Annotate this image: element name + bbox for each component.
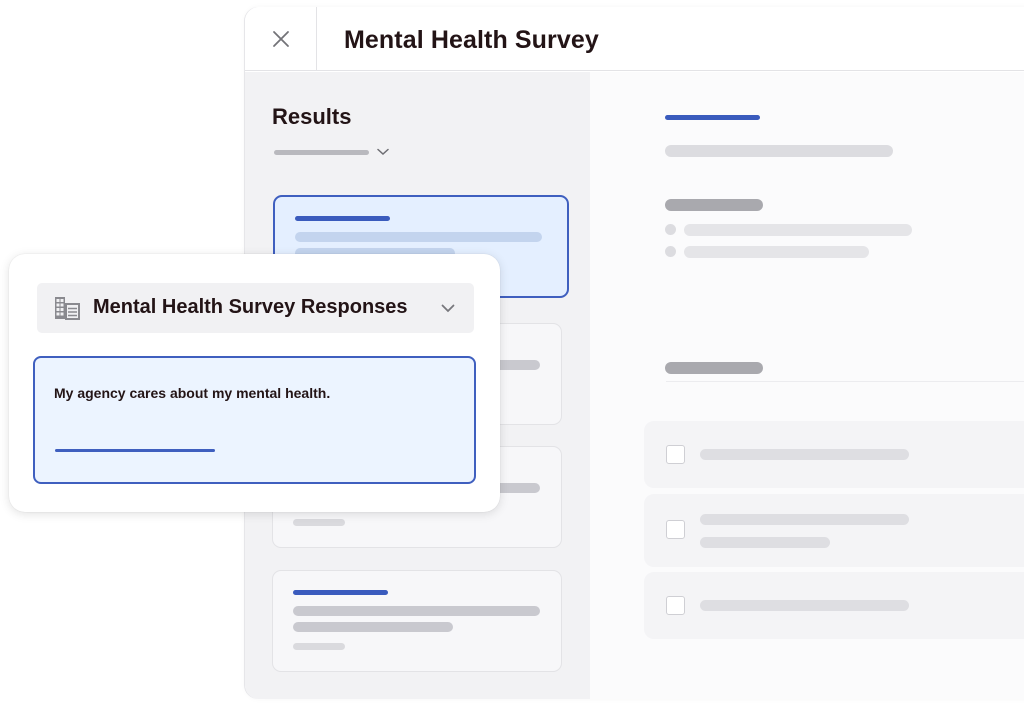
dataset-dropdown[interactable]: Mental Health Survey Responses [37, 283, 474, 333]
chevron-down-icon [377, 148, 389, 156]
survey-question-card[interactable]: My agency cares about my mental health. [33, 356, 476, 484]
result-card-meta-placeholder [293, 643, 345, 650]
option-label-placeholder [700, 600, 909, 611]
checkbox[interactable] [666, 445, 685, 464]
answer-option[interactable] [644, 421, 1024, 488]
result-card-title-placeholder [293, 590, 388, 595]
result-card-line-placeholder [295, 232, 542, 242]
question-text: My agency cares about my mental health. [54, 385, 331, 401]
close-button[interactable] [245, 7, 317, 71]
results-filter-dropdown[interactable] [274, 148, 389, 156]
filter-placeholder [274, 149, 369, 155]
survey-question-popup: Mental Health Survey Responses My agency… [9, 254, 500, 512]
chevron-down-icon [441, 304, 455, 313]
answer-option[interactable] [644, 572, 1024, 639]
section-heading-placeholder [665, 362, 763, 374]
table-icon [55, 297, 80, 320]
section-divider [666, 381, 1024, 382]
question-accent-bar [55, 449, 215, 452]
detail-panel [590, 72, 1024, 699]
option-label-placeholder [700, 537, 830, 548]
dataset-label: Mental Health Survey Responses [93, 296, 408, 318]
bullet-icon [665, 246, 676, 257]
bullet-icon [665, 224, 676, 235]
detail-subtitle-placeholder [665, 145, 893, 157]
detail-title-placeholder [665, 115, 760, 120]
result-card-line-placeholder [293, 606, 540, 616]
close-icon [272, 31, 289, 47]
result-card-title-placeholder [295, 216, 390, 221]
title-bar: Mental Health Survey [245, 7, 1024, 71]
section-heading-placeholder [665, 199, 763, 211]
results-heading: Results [272, 104, 352, 129]
option-label-placeholder [700, 514, 909, 525]
bullet-line-placeholder [684, 224, 912, 236]
result-card[interactable] [272, 570, 562, 672]
result-card-meta-placeholder [293, 519, 345, 526]
bullet-line-placeholder [684, 246, 869, 258]
option-label-placeholder [700, 449, 909, 460]
checkbox[interactable] [666, 596, 685, 615]
checkbox[interactable] [666, 520, 685, 539]
window-title: Mental Health Survey [344, 26, 599, 54]
result-card-line-placeholder [293, 622, 453, 632]
answer-option[interactable] [644, 494, 1024, 567]
